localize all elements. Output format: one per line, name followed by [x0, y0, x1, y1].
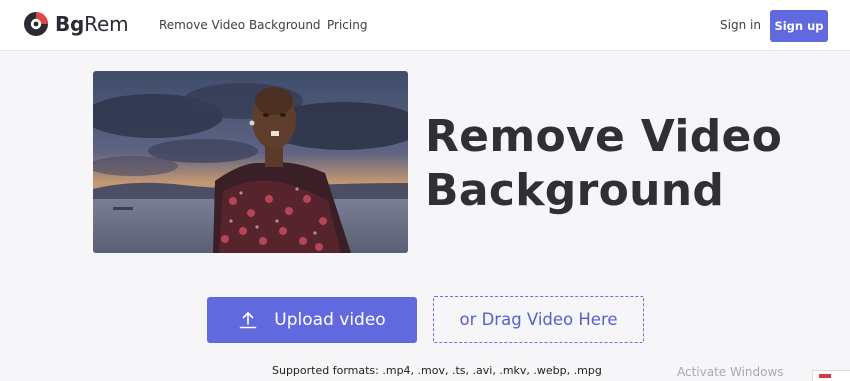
sign-up-button[interactable]: Sign up [770, 10, 828, 42]
supported-formats-text: Supported formats: .mp4, .mov, .ts, .avi… [272, 364, 602, 377]
taskbar-corner-widget [812, 370, 850, 381]
brand-logo[interactable]: BgRem [23, 11, 129, 37]
page-title-line-1: Remove Video [425, 111, 783, 162]
upload-video-label: Upload video [274, 310, 386, 330]
notification-indicator [819, 374, 831, 378]
page-title-line-2: Background [425, 165, 725, 216]
nav-remove-video-background[interactable]: Remove Video Background [159, 17, 321, 33]
sign-in-link[interactable]: Sign in [720, 17, 761, 33]
upload-arrow-icon [239, 312, 257, 329]
top-navbar: BgRem Remove Video Background Pricing Si… [0, 0, 850, 51]
brand-name: BgRem [55, 12, 129, 36]
page-title: Remove Video Background [425, 110, 825, 218]
bgrem-logo-icon [24, 12, 48, 36]
drag-drop-label: or Drag Video Here [459, 310, 618, 329]
hero-preview-image [93, 71, 408, 253]
drag-drop-zone[interactable]: or Drag Video Here [433, 296, 644, 343]
upload-video-button[interactable]: Upload video [207, 297, 417, 343]
activate-windows-watermark: Activate Windows [677, 365, 784, 379]
nav-pricing[interactable]: Pricing [327, 17, 367, 33]
